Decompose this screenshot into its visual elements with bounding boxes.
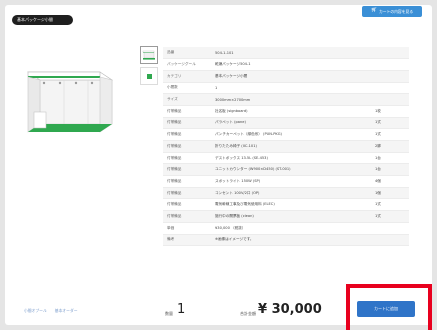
quantity-label: 数量 [165,311,173,316]
table-row: カテゴリ 基本パッケージ小間 [163,70,409,83]
booth-image [27,71,113,133]
spec-table: 品番 504-1-101 パッケージグール 乾燥パッケージ504-1 カテゴリ 基本パ… [163,47,409,247]
thumbnail-list [140,46,158,88]
table-row: 単価 ¥30,000 （税抜） [163,222,409,235]
table-row: 付帯備品 パラペット (pane) 1式 [163,117,409,130]
table-row: サイズ 3000mm×2700mm [163,93,409,106]
table-row: 付帯備品 デストボックス 13.5L (SE-453) 1台 [163,152,409,165]
quantity-value: 1 [177,302,186,317]
thumbnail-color-swatch[interactable] [140,67,158,85]
total-label: 合計金額 [240,311,256,316]
table-row: 付帯備品 パンチカーペット（緑色系） (PUN-PKG) 1式 [163,128,409,141]
table-row: 付帯備品 ユニットカウンター (W900×D450) (ST-001) 1台 [163,163,409,177]
footer-links: 小間オプール 基本オーダー [24,308,78,314]
table-row: 品番 504-1-101 [163,47,409,60]
table-row: 付帯備品 社名板 (signboard) 1枚 [163,105,409,118]
table-row: 小間数 1 [163,82,409,95]
table-row: パッケージグール 乾燥パッケージ504-1 [163,58,409,71]
table-row: 付帯備品 スポットライト 150W (SP) 4個 [163,175,409,188]
table-row: 付帯備品 コンセント 100V/2口 (OP) 1個 [163,187,409,200]
page-title: 基本パッケージ小間 [12,15,73,25]
add-to-cart-button[interactable]: カートに追加 [357,301,415,317]
view-cart-label: カートの内容を見る [378,8,414,14]
footer-link-basic-order[interactable]: 基本オーダー [55,308,78,314]
table-row: 付帯備品 電気幹線工事及び電気使用料 (ELEC) 1式 [163,198,409,212]
cart-icon: 🛒︎ [370,8,377,14]
table-row: 付帯備品 折りたたみ椅子 (IIC-101) 2脚 [163,140,409,153]
table-row: 付帯備品 施行中の開票板 (clean) 1式 [163,210,409,223]
footer-link-booth-option[interactable]: 小間オプール [24,308,47,314]
total-price: ¥ 30,000 [258,302,322,317]
view-cart-button[interactable]: 🛒︎ カートの内容を見る [362,6,422,17]
table-row: 備考 ※画像はイメージです。 [163,234,409,247]
thumbnail-booth-image[interactable] [140,46,158,64]
